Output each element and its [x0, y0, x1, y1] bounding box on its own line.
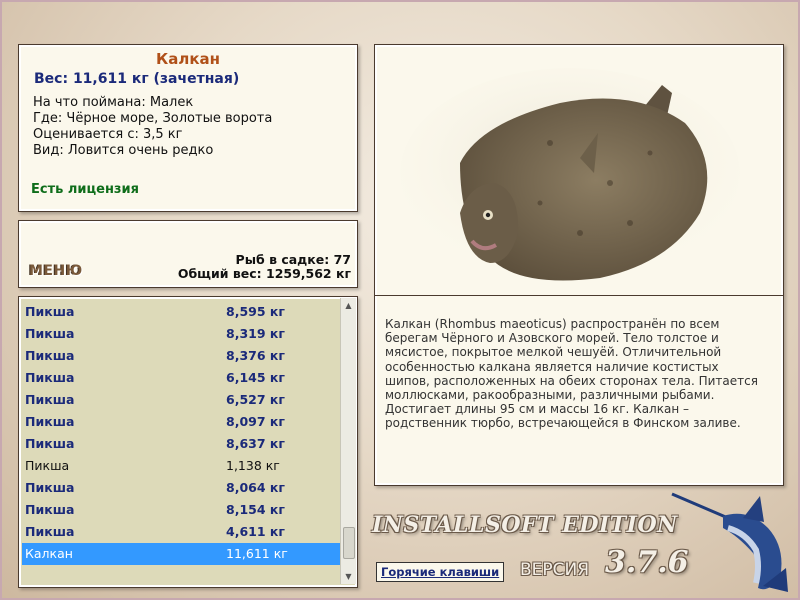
- fish-weight-value: 8,376 кг: [226, 348, 285, 363]
- fish-name: Пикша: [25, 524, 75, 539]
- list-item[interactable]: Калкан 11,611 кг: [22, 543, 340, 565]
- fish-name: Пикша: [25, 480, 75, 495]
- fish-list-rows: Пикша 8,595 кг Пикша 8,319 кг Пикша 8,376 кг П…: [22, 301, 340, 565]
- list-item[interactable]: Пикша 8,319 кг: [22, 323, 340, 345]
- list-item[interactable]: Пикша 1,138 кг: [22, 455, 340, 477]
- fish-info-panel: Калкан Вес: 11,611 кг (зачетная) На что …: [18, 44, 358, 212]
- fish-name: Пикша: [25, 458, 70, 473]
- hotkeys-button[interactable]: Горячие клавиши: [376, 562, 505, 582]
- keepnet-stats-panel: МЕНЮ Рыб в садке: 77 Общий вес: 1259,562…: [18, 220, 358, 288]
- fish-name: Пикша: [25, 414, 75, 429]
- fish-weight-value: 6,527 кг: [226, 392, 285, 407]
- list-item[interactable]: Пикша 8,595 кг: [22, 301, 340, 323]
- fish-title: Калкан: [155, 50, 221, 68]
- list-item[interactable]: Пикша 8,097 кг: [22, 411, 340, 433]
- fish-weight-value: 4,611 кг: [226, 524, 285, 539]
- fish-list[interactable]: Пикша 8,595 кг Пикша 8,319 кг Пикша 8,376 кг П…: [18, 296, 358, 588]
- scroll-up-icon[interactable]: ▲: [341, 298, 356, 313]
- list-item[interactable]: Пикша 6,527 кг: [22, 389, 340, 411]
- fish-weight-value: 11,611 кг: [226, 546, 288, 561]
- fish-description: Калкан (Rhombus maeoticus) распространён…: [385, 317, 758, 431]
- fish-image: [400, 68, 740, 281]
- fish-weight: Вес: 11,611 кг (зачетная): [34, 71, 240, 87]
- fish-name: Пикша: [25, 392, 75, 407]
- rarity-text: Вид: Ловится очень редко: [33, 143, 214, 158]
- list-item[interactable]: Пикша 8,637 кг: [22, 433, 340, 455]
- fish-name: Пикша: [25, 348, 75, 363]
- license-status: Есть лицензия: [31, 182, 139, 197]
- menu-button[interactable]: МЕНЮ: [29, 263, 83, 279]
- fish-count: Рыб в садке: 77: [235, 252, 351, 267]
- fish-weight-value: 8,595 кг: [226, 304, 285, 319]
- list-item[interactable]: Пикша 8,376 кг: [22, 345, 340, 367]
- caught-on-text: На что поймана: Малек: [33, 95, 194, 110]
- fish-name: Пикша: [25, 436, 75, 451]
- fish-weight-value: 8,319 кг: [226, 326, 285, 341]
- fish-name: Пикша: [25, 370, 75, 385]
- fish-weight-value: 1,138 кг: [226, 458, 280, 473]
- fish-weight-value: 8,637 кг: [226, 436, 285, 451]
- fish-detail-panel: Калкан (Rhombus maeoticus) распространён…: [374, 44, 784, 486]
- version-label: ВЕРСИЯ: [520, 560, 590, 580]
- list-item[interactable]: Пикша 8,154 кг: [22, 499, 340, 521]
- fish-name: Пикша: [25, 326, 75, 341]
- total-weight: Общий вес: 1259,562 кг: [177, 266, 351, 281]
- fish-name: Пикша: [25, 502, 75, 517]
- list-item[interactable]: Пикша 6,145 кг: [22, 367, 340, 389]
- list-scrollbar[interactable]: ▲ ▼: [340, 298, 356, 584]
- scroll-down-icon[interactable]: ▼: [341, 569, 356, 584]
- fish-name: Калкан: [25, 546, 73, 561]
- location-text: Где: Чёрное море, Золотые ворота: [33, 111, 273, 126]
- fish-name: Пикша: [25, 304, 75, 319]
- edition-logo-text: INSTALLSOFT EDITION: [372, 512, 678, 538]
- fish-weight-value: 8,154 кг: [226, 502, 285, 517]
- scroll-thumb[interactable]: [343, 527, 355, 559]
- marlin-logo: [671, 492, 788, 592]
- value-text: Оценивается с: 3,5 кг: [33, 127, 183, 142]
- fish-weight-value: 6,145 кг: [226, 370, 285, 385]
- panel-divider: [375, 295, 783, 296]
- list-item[interactable]: Пикша 8,064 кг: [22, 477, 340, 499]
- fish-weight-value: 8,097 кг: [226, 414, 285, 429]
- fish-weight-value: 8,064 кг: [226, 480, 285, 495]
- list-item[interactable]: Пикша 4,611 кг: [22, 521, 340, 543]
